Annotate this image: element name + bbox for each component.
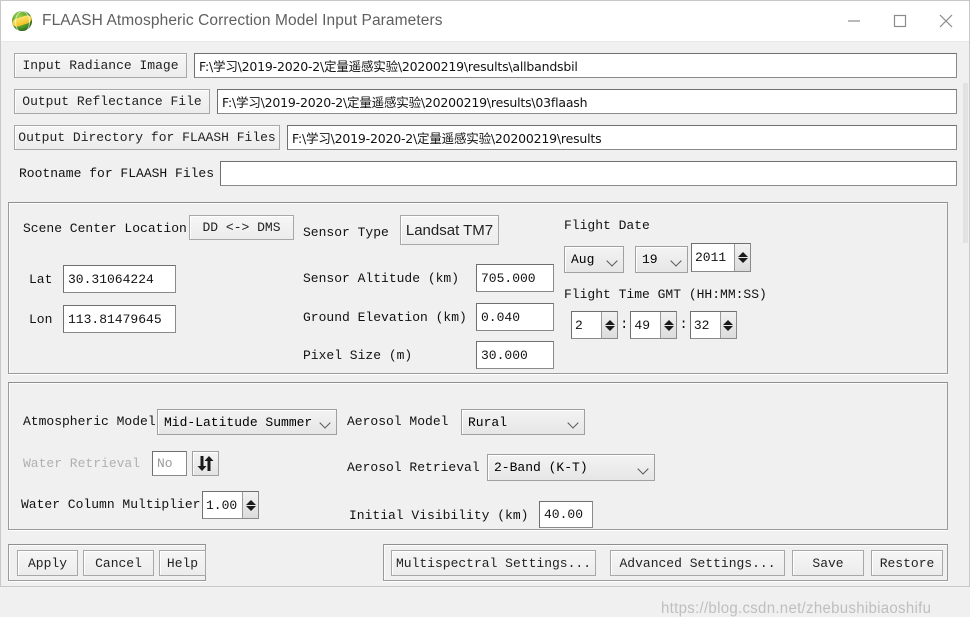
water-column-multiplier-value: 1.00 (206, 497, 238, 513)
initial-visibility-label: Initial Visibility (km) (349, 508, 529, 523)
time-separator-1: : (620, 317, 629, 333)
multispectral-settings-button[interactable]: Multispectral Settings... (391, 550, 596, 576)
window-title: FLAASH Atmospheric Correction Model Inpu… (42, 12, 443, 29)
pixel-size-label: Pixel Size (m) (303, 348, 413, 363)
rootname-label: Rootname for FLAASH Files (19, 166, 215, 181)
ground-elevation-field[interactable]: 0.040 (476, 303, 554, 331)
scene-center-location-label: Scene Center Location (23, 221, 187, 236)
flight-month-value: Aug (571, 252, 595, 267)
envi-globe-icon (11, 10, 33, 33)
chevron-down-icon (607, 254, 619, 266)
aerosol-model-value: Rural (468, 414, 508, 430)
updown-arrows-icon[interactable] (192, 451, 219, 476)
lat-label: Lat (29, 272, 53, 287)
output-directory-button[interactable]: Output Directory for FLAASH Files (14, 125, 280, 150)
water-retrieval-label: Water Retrieval (23, 456, 141, 471)
flight-month-select[interactable]: Aug (564, 246, 624, 273)
water-column-multiplier-spinner[interactable]: 1.00 (202, 491, 259, 519)
time-separator-2: : (679, 317, 688, 333)
aerosol-retrieval-value: 2-Band (K-T) (494, 460, 588, 475)
sensor-altitude-label: Sensor Altitude (km) (303, 271, 460, 286)
chevron-down-icon (671, 254, 683, 266)
flight-second-spinner[interactable]: 32 (689, 311, 737, 339)
advanced-settings-button[interactable]: Advanced Settings... (610, 550, 785, 576)
flight-minute-spinner[interactable]: 49 (630, 311, 678, 339)
lon-field[interactable]: 113.81479645 (63, 305, 176, 333)
flight-day-select[interactable]: 19 (635, 246, 688, 273)
vertical-scrollbar[interactable] (963, 83, 968, 585)
atmospheric-model-value: Mid-Latitude Summer (164, 414, 313, 430)
chevron-down-icon (568, 416, 580, 428)
flight-time-label: Flight Time GMT (HH:MM:SS) (564, 287, 767, 302)
flight-hour-value: 2 (575, 317, 583, 333)
spinner-arrows-icon[interactable] (660, 312, 677, 338)
flaash-window: FLAASH Atmospheric Correction Model Inpu… (0, 0, 970, 617)
flight-day-value: 19 (642, 252, 658, 267)
spinner-arrows-icon[interactable] (719, 312, 736, 338)
input-radiance-image-button[interactable]: Input Radiance Image (14, 53, 187, 78)
window-controls (831, 1, 969, 41)
aerosol-model-label: Aerosol Model (347, 414, 449, 429)
rootname-field[interactable] (220, 161, 957, 186)
flight-date-label: Flight Date (564, 218, 650, 233)
atmospheric-model-label: Atmospheric Model (23, 414, 156, 429)
maximize-icon[interactable] (877, 1, 923, 41)
dd-dms-toggle-button[interactable]: DD <-> DMS (189, 215, 294, 240)
output-reflectance-field[interactable]: F:\学习\2019-2020-2\定量遥感实验\20200219\result… (217, 89, 957, 114)
initial-visibility-field[interactable]: 40.00 (539, 501, 593, 528)
lat-field[interactable]: 30.31064224 (63, 265, 176, 293)
chevron-down-icon (320, 416, 332, 428)
spinner-arrows-icon[interactable] (734, 244, 750, 271)
restore-button[interactable]: Restore (871, 550, 943, 576)
sensor-altitude-field[interactable]: 705.000 (476, 264, 554, 292)
output-directory-field[interactable]: F:\学习\2019-2020-2\定量遥感实验\20200219\result… (287, 125, 957, 150)
title-bar: FLAASH Atmospheric Correction Model Inpu… (1, 1, 969, 42)
flight-hour-spinner[interactable]: 2 (571, 311, 618, 339)
secondary-actions-group: Multispectral Settings... Advanced Setti… (383, 544, 948, 581)
flight-year-spinner[interactable]: 2011 (691, 243, 751, 272)
aerosol-retrieval-label: Aerosol Retrieval (347, 460, 480, 475)
ground-elevation-label: Ground Elevation (km) (303, 310, 467, 325)
help-button[interactable]: Help (159, 550, 206, 576)
spinner-arrows-icon[interactable] (242, 492, 258, 518)
sensor-type-label: Sensor Type (303, 225, 389, 240)
save-button[interactable]: Save (792, 550, 864, 576)
output-reflectance-file-button[interactable]: Output Reflectance File (14, 89, 210, 114)
spinner-arrows-icon[interactable] (601, 312, 617, 338)
aerosol-retrieval-select[interactable]: 2-Band (K-T) (487, 454, 655, 481)
atmosphere-panel: Atmospheric Model Mid-Latitude Summer Wa… (8, 382, 948, 530)
close-icon[interactable] (923, 1, 969, 41)
primary-actions-group: Apply Cancel Help (8, 544, 206, 581)
lon-label: Lon (29, 312, 53, 327)
pixel-size-field[interactable]: 30.000 (476, 341, 554, 369)
cancel-button[interactable]: Cancel (83, 550, 154, 576)
input-radiance-field[interactable]: F:\学习\2019-2020-2\定量遥感实验\20200219\result… (194, 53, 957, 78)
water-column-multiplier-label: Water Column Multiplier (21, 497, 201, 512)
scene-panel: Scene Center Location DD <-> DMS Lat 30.… (8, 202, 948, 374)
minimize-icon[interactable] (831, 1, 877, 41)
aerosol-model-select[interactable]: Rural (461, 409, 585, 435)
water-retrieval-field: No (152, 451, 187, 476)
chevron-down-icon (638, 462, 650, 474)
watermark: https://blog.csdn.net/zhebushibiaoshifu (661, 599, 932, 617)
flight-year-value: 2011 (695, 250, 727, 265)
flight-minute-value: 49 (634, 317, 651, 333)
flight-second-value: 32 (693, 317, 710, 333)
sensor-type-button[interactable]: Landsat TM7 (400, 215, 499, 245)
atmospheric-model-select[interactable]: Mid-Latitude Summer (157, 409, 337, 435)
flight-time-row: 2 : 49 : 32 (571, 311, 737, 339)
apply-button[interactable]: Apply (17, 550, 78, 576)
